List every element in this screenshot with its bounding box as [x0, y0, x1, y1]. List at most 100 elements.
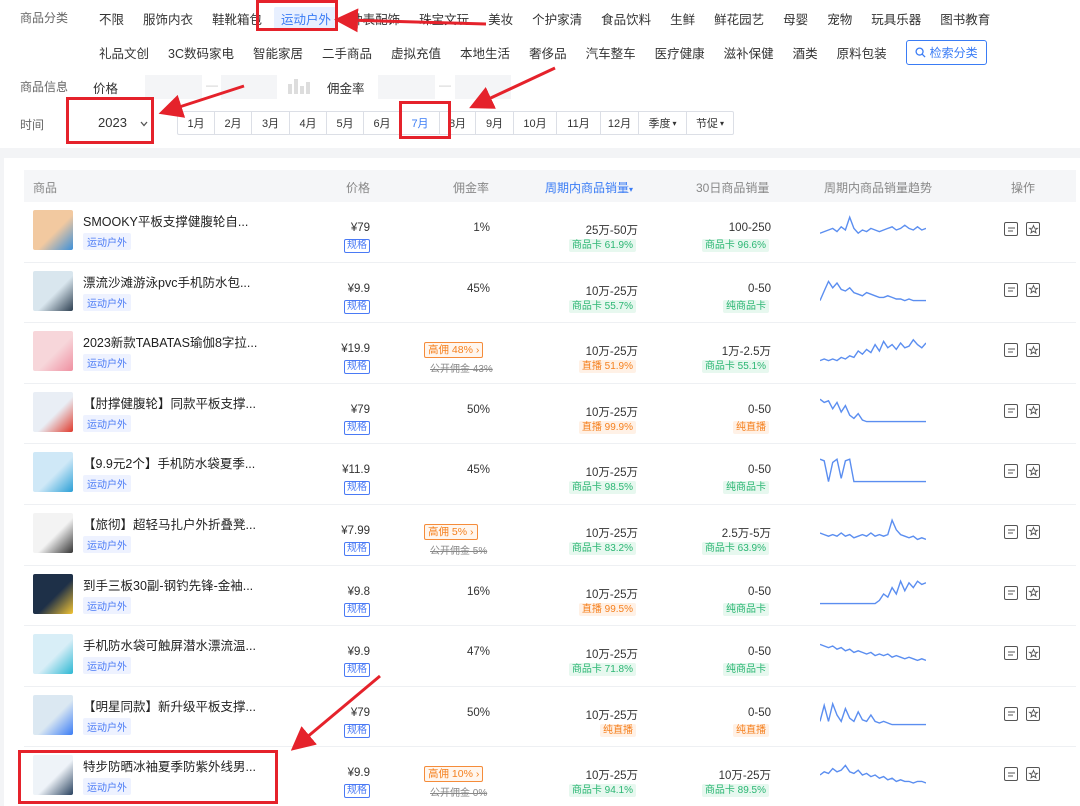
detail-icon[interactable]: [1004, 282, 1018, 297]
category-item[interactable]: 不限: [99, 9, 124, 28]
category-item[interactable]: 宠物: [827, 9, 852, 28]
category-item[interactable]: 玩具乐器: [871, 9, 921, 28]
detail-icon[interactable]: [1004, 767, 1018, 782]
category-item[interactable]: 3C数码家电: [168, 43, 234, 62]
detail-icon[interactable]: [1004, 403, 1018, 418]
product-title[interactable]: 【明星同款】新升级平板支撑...: [83, 696, 256, 715]
category-item[interactable]: 原料包装: [837, 43, 887, 62]
product-title[interactable]: 手机防水袋可触屏潜水漂流温...: [83, 635, 256, 654]
product-thumbnail[interactable]: [33, 694, 73, 735]
spec-button[interactable]: 规格: [344, 420, 370, 435]
spec-button[interactable]: 规格: [344, 481, 370, 496]
favorite-star-icon[interactable]: [1026, 464, 1040, 479]
high-commission-badge[interactable]: 高佣 5% ›: [424, 523, 478, 540]
category-item[interactable]: 酒类: [793, 43, 818, 62]
month-option[interactable]: 9月: [476, 112, 514, 134]
favorite-star-icon[interactable]: [1026, 403, 1040, 418]
category-item[interactable]: 美妆: [488, 9, 513, 28]
category-item[interactable]: 图书教育: [940, 9, 990, 28]
category-item[interactable]: 奢侈品: [529, 43, 567, 62]
favorite-star-icon[interactable]: [1026, 524, 1040, 539]
favorite-star-icon[interactable]: [1026, 585, 1040, 600]
category-item[interactable]: 滋补保健: [724, 43, 774, 62]
table-row[interactable]: SMOOKY平板支撑健腹轮自... 运动户外 ¥79 规格 1% 25万-50万 商品卡 6…: [24, 202, 1076, 263]
commission-max-input[interactable]: [455, 75, 511, 99]
product-thumbnail[interactable]: [33, 331, 73, 372]
spec-button[interactable]: 规格: [344, 360, 370, 375]
category-item[interactable]: 钟表配饰: [350, 9, 400, 28]
high-commission-badge[interactable]: 高佣 48% ›: [424, 342, 484, 359]
product-title[interactable]: SMOOKY平板支撑健腹轮自...: [83, 211, 248, 230]
product-title[interactable]: 【9.9元2个】手机防水袋夏季...: [83, 453, 255, 472]
high-commission-badge[interactable]: 高佣 10% ›: [424, 766, 484, 783]
table-row[interactable]: 【旅彻】超轻马扎户外折叠凳... 运动户外 ¥7.99 规格 高佣 5% › 公开佣金 5…: [24, 505, 1076, 566]
product-thumbnail[interactable]: [33, 512, 73, 553]
favorite-star-icon[interactable]: [1026, 343, 1040, 358]
spec-button[interactable]: 规格: [344, 239, 370, 253]
category-item[interactable]: 珠宝文玩: [419, 9, 469, 28]
month-option[interactable]: 2月: [215, 112, 252, 134]
header-30d-sales[interactable]: 30日商品销量: [696, 179, 769, 196]
category-item[interactable]: 智能家居: [253, 43, 303, 62]
product-title[interactable]: 到手三板30副-钢钓先锋-金袖...: [83, 575, 253, 594]
month-option[interactable]: 5月: [327, 112, 364, 134]
table-row[interactable]: 到手三板30副-钢钓先锋-金袖... 运动户外 ¥9.8 规格 16% 10万-25万 直播…: [24, 566, 1076, 627]
product-title[interactable]: 【肘撑健腹轮】同款平板支撑...: [83, 393, 256, 412]
product-thumbnail[interactable]: [33, 573, 73, 614]
month-option[interactable]: 1月: [178, 112, 215, 134]
favorite-star-icon[interactable]: [1026, 222, 1040, 236]
spec-button[interactable]: 规格: [344, 602, 370, 617]
category-item[interactable]: 食品饮料: [601, 9, 651, 28]
commission-min-input[interactable]: [378, 75, 435, 99]
month-option[interactable]: 4月: [290, 112, 327, 134]
product-thumbnail[interactable]: [33, 270, 73, 311]
month-option[interactable]: 11月: [557, 112, 601, 134]
spec-button[interactable]: 规格: [344, 541, 370, 556]
category-item[interactable]: 服饰内衣: [143, 9, 193, 28]
category-item[interactable]: 虚拟充值: [391, 43, 441, 62]
table-row[interactable]: 手机防水袋可触屏潜水漂流温... 运动户外 ¥9.9 规格 47% 10万-25万 商品卡 …: [24, 626, 1076, 687]
product-thumbnail[interactable]: [33, 452, 73, 493]
product-title[interactable]: 漂流沙滩游泳pvc手机防水包...: [83, 272, 250, 291]
favorite-star-icon[interactable]: [1026, 646, 1040, 661]
spec-button[interactable]: 规格: [344, 299, 370, 314]
detail-icon[interactable]: [1004, 464, 1018, 479]
month-option[interactable]: 6月: [364, 112, 401, 134]
spec-button[interactable]: 规格: [344, 784, 370, 799]
detail-icon[interactable]: [1004, 706, 1018, 721]
month-option[interactable]: 12月: [601, 112, 639, 134]
category-item[interactable]: 个护家清: [532, 9, 582, 28]
product-thumbnail[interactable]: [33, 391, 73, 432]
category-item[interactable]: 鞋靴箱包: [212, 9, 262, 28]
detail-icon[interactable]: [1004, 222, 1018, 236]
header-commission[interactable]: 佣金率: [453, 179, 489, 196]
category-item[interactable]: 二手商品: [322, 43, 372, 62]
detail-icon[interactable]: [1004, 343, 1018, 358]
detail-icon[interactable]: [1004, 585, 1018, 600]
header-period-sales[interactable]: 周期内商品销量▾: [545, 179, 633, 196]
product-thumbnail[interactable]: [33, 634, 73, 675]
detail-icon[interactable]: [1004, 524, 1018, 539]
header-price[interactable]: 价格: [346, 179, 370, 196]
table-row[interactable]: 2023新款TABATAS瑜伽8字拉... 运动户外 ¥19.9 规格 高佣 48% ›…: [24, 323, 1076, 384]
month-option[interactable]: 3月: [252, 112, 290, 134]
category-item[interactable]: 礼品文创: [99, 43, 149, 62]
table-row[interactable]: 【明星同款】新升级平板支撑... 运动户外 ¥79 规格 50% 10万-25万 纯直播 0-…: [24, 687, 1076, 748]
detail-icon[interactable]: [1004, 646, 1018, 661]
product-title[interactable]: 2023新款TABATAS瑜伽8字拉...: [83, 332, 257, 351]
table-row[interactable]: 【9.9元2个】手机防水袋夏季... 运动户外 ¥11.9 规格 45% 10万-25万商…: [24, 444, 1076, 505]
favorite-star-icon[interactable]: [1026, 767, 1040, 782]
table-row[interactable]: 漂流沙滩游泳pvc手机防水包... 运动户外 ¥9.9 规格 45% 10万-25万 商品卡…: [24, 263, 1076, 324]
table-row[interactable]: 【肘撑健腹轮】同款平板支撑... 运动户外 ¥79 规格 50% 10万-25万 直播 99…: [24, 384, 1076, 445]
favorite-star-icon[interactable]: [1026, 282, 1040, 297]
festival-dropdown[interactable]: 节促 ▾: [687, 112, 733, 134]
product-thumbnail[interactable]: [33, 210, 73, 250]
category-item[interactable]: 母婴: [783, 9, 808, 28]
category-item[interactable]: 本地生活: [460, 43, 510, 62]
category-item[interactable]: 生鲜: [670, 9, 695, 28]
price-min-input[interactable]: [145, 75, 202, 99]
quarter-dropdown[interactable]: 季度 ▾: [639, 112, 687, 134]
search-category-button[interactable]: 检索分类: [905, 40, 987, 65]
category-item[interactable]: 鲜花园艺: [714, 9, 764, 28]
category-item[interactable]: 医疗健康: [655, 43, 705, 62]
